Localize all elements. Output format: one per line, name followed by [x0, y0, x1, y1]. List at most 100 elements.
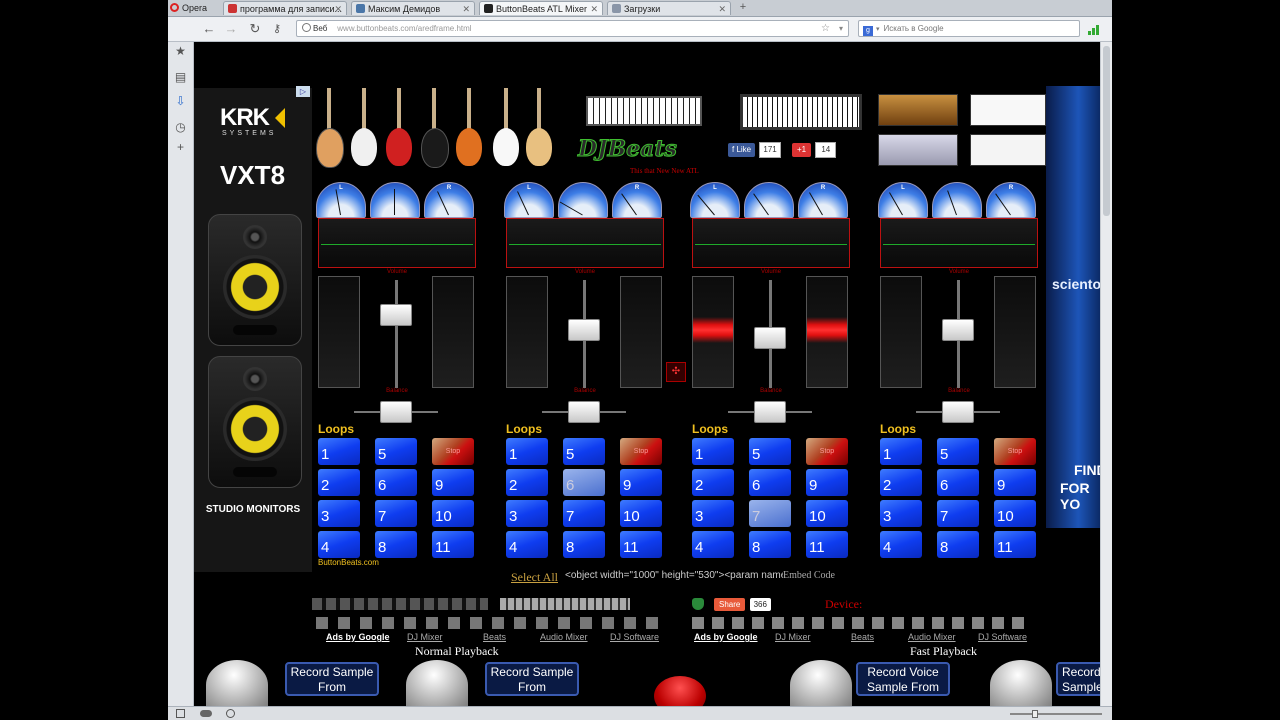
- stop-button[interactable]: Stop: [994, 438, 1036, 465]
- loop-button-3[interactable]: 3: [880, 500, 922, 527]
- tab-3[interactable]: Загрузки ✕: [607, 1, 731, 15]
- tab-1[interactable]: Максим Демидов ✕: [351, 1, 475, 15]
- loop-button-8[interactable]: 8: [563, 531, 605, 558]
- share-button[interactable]: Share 366: [714, 598, 771, 611]
- loop-button-9[interactable]: 9: [806, 469, 848, 496]
- add-panel-icon[interactable]: +: [174, 141, 187, 154]
- loop-button-1[interactable]: 1: [318, 438, 360, 465]
- loop-button-1[interactable]: 1: [880, 438, 922, 465]
- loop-button-10[interactable]: 10: [806, 500, 848, 527]
- site-credit[interactable]: ButtonBeats.com: [318, 558, 379, 567]
- loop-button-2[interactable]: 2: [506, 469, 548, 496]
- loop-button-4[interactable]: 4: [880, 531, 922, 558]
- zoom-slider[interactable]: [1010, 710, 1102, 718]
- loop-button-9[interactable]: 9: [620, 469, 662, 496]
- loop-button-2[interactable]: 2: [692, 469, 734, 496]
- volume-fader-knob[interactable]: [380, 304, 412, 326]
- loop-button-3[interactable]: 3: [318, 500, 360, 527]
- notes-icon[interactable]: ▤: [174, 71, 187, 84]
- loop-button-10[interactable]: 10: [620, 500, 662, 527]
- loop-button-6[interactable]: 6: [563, 469, 605, 496]
- panel-toggle-icon[interactable]: [176, 709, 185, 718]
- normal-playback-label[interactable]: Normal Playback: [415, 644, 499, 659]
- loop-button-6[interactable]: 6: [375, 469, 417, 496]
- close-icon[interactable]: ✕: [334, 2, 342, 15]
- adchoices-icon[interactable]: ▷: [296, 86, 310, 97]
- ads-by-google-right[interactable]: Ads by Google: [694, 632, 758, 642]
- close-icon[interactable]: ✕: [590, 2, 598, 15]
- record-sample-button-4[interactable]: Record Sample: [1056, 662, 1100, 696]
- volume-fader-knob[interactable]: [568, 319, 600, 341]
- opera-menu-button[interactable]: Opera: [170, 1, 218, 15]
- loop-button-1[interactable]: 1: [506, 438, 548, 465]
- loop-button-2[interactable]: 2: [318, 469, 360, 496]
- vertical-scrollbar[interactable]: [1100, 42, 1112, 706]
- tab-2[interactable]: ButtonBeats ATL Mixer ✕: [479, 1, 603, 15]
- volume-fader-knob[interactable]: [754, 327, 786, 349]
- ads-by-google-left[interactable]: Ads by Google: [326, 632, 390, 642]
- footer-link-dj-mixer[interactable]: DJ Mixer: [407, 632, 443, 642]
- record-sample-button-2[interactable]: Record Sample From: [485, 662, 579, 696]
- volume-fader-knob[interactable]: [942, 319, 974, 341]
- footer-link-dj-mixer[interactable]: DJ Mixer: [775, 632, 811, 642]
- loop-button-4[interactable]: 4: [692, 531, 734, 558]
- crossfade-icon[interactable]: ✣: [666, 362, 686, 382]
- balance-knob[interactable]: [568, 401, 600, 423]
- balance-knob[interactable]: [754, 401, 786, 423]
- loop-button-10[interactable]: 10: [994, 500, 1036, 527]
- record-sample-button-1[interactable]: Record Sample From: [285, 662, 379, 696]
- loop-button-11[interactable]: 11: [432, 531, 474, 558]
- loop-button-3[interactable]: 3: [692, 500, 734, 527]
- footer-link-dj-software[interactable]: DJ Software: [978, 632, 1027, 642]
- balance-knob[interactable]: [942, 401, 974, 423]
- bookmarks-icon[interactable]: ★: [174, 45, 187, 58]
- loop-button-10[interactable]: 10: [432, 500, 474, 527]
- new-tab-button[interactable]: +: [736, 0, 750, 15]
- balance-knob[interactable]: [380, 401, 412, 423]
- loop-button-5[interactable]: 5: [749, 438, 791, 465]
- loop-button-11[interactable]: 11: [620, 531, 662, 558]
- loop-button-6[interactable]: 6: [937, 469, 979, 496]
- key-icon[interactable]: ⚷: [268, 20, 286, 38]
- loop-button-4[interactable]: 4: [318, 531, 360, 558]
- scroll-thumb[interactable]: [1103, 46, 1110, 216]
- downloads-icon[interactable]: ⇩: [174, 95, 187, 108]
- loop-button-8[interactable]: 8: [375, 531, 417, 558]
- loop-button-5[interactable]: 5: [937, 438, 979, 465]
- star-icon[interactable]: ☆: [821, 21, 830, 36]
- stop-button[interactable]: Stop: [806, 438, 848, 465]
- zoom-knob[interactable]: [1032, 710, 1038, 718]
- loop-button-5[interactable]: 5: [375, 438, 417, 465]
- record-red-icon[interactable]: [654, 676, 706, 706]
- loop-button-4[interactable]: 4: [506, 531, 548, 558]
- loop-button-8[interactable]: 8: [749, 531, 791, 558]
- stop-button[interactable]: Stop: [432, 438, 474, 465]
- footer-link-audio-mixer[interactable]: Audio Mixer: [908, 632, 956, 642]
- cloud-icon[interactable]: [200, 710, 212, 717]
- loop-button-1[interactable]: 1: [692, 438, 734, 465]
- select-all-link[interactable]: Select All: [511, 568, 558, 586]
- loop-button-7[interactable]: 7: [375, 500, 417, 527]
- embed-code-input[interactable]: <object width="1000" height="530"><param…: [565, 570, 783, 584]
- back-button[interactable]: ←: [200, 20, 218, 38]
- speed-dial-icon[interactable]: [226, 709, 235, 718]
- history-icon[interactable]: ◷: [174, 121, 187, 134]
- footer-link-audio-mixer[interactable]: Audio Mixer: [540, 632, 588, 642]
- loop-button-8[interactable]: 8: [937, 531, 979, 558]
- loop-button-7[interactable]: 7: [937, 500, 979, 527]
- reload-button[interactable]: ↻: [246, 20, 264, 38]
- fast-playback-label[interactable]: Fast Playback: [910, 644, 977, 659]
- right-ad-banner[interactable]: sciento FIND FOR YO: [1046, 86, 1100, 528]
- footer-link-dj-software[interactable]: DJ Software: [610, 632, 659, 642]
- signal-icon[interactable]: [1088, 23, 1102, 35]
- record-voice-button[interactable]: Record Voice Sample From: [856, 662, 950, 696]
- chevron-down-icon[interactable]: ▾: [839, 21, 843, 36]
- tab-0[interactable]: программа для записи... ✕: [223, 1, 347, 15]
- loop-button-5[interactable]: 5: [563, 438, 605, 465]
- search-input[interactable]: g ▾ Искать в Google: [858, 20, 1080, 37]
- close-icon[interactable]: ✕: [462, 2, 470, 15]
- forward-button[interactable]: →: [222, 20, 240, 38]
- volume-fader-track[interactable]: [395, 280, 398, 388]
- loop-button-9[interactable]: 9: [994, 469, 1036, 496]
- loop-button-2[interactable]: 2: [880, 469, 922, 496]
